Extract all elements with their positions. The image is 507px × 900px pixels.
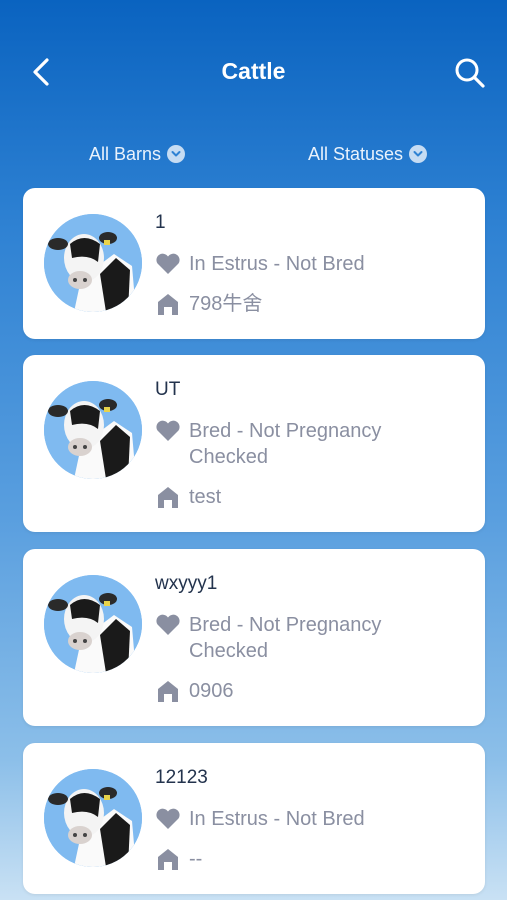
barn-filter-dropdown[interactable]: All Barns: [89, 141, 186, 167]
heart-icon: [155, 612, 181, 638]
search-icon: [455, 58, 485, 88]
barn-row: test: [155, 484, 221, 510]
cow-photo-icon: [44, 214, 142, 312]
barn-name: test: [189, 486, 222, 508]
barn-icon: [155, 484, 181, 510]
cow-name: wxyyy1: [155, 573, 218, 594]
cow-avatar: [44, 381, 142, 479]
breeding-status: In Estrus - Not Bred: [189, 808, 365, 830]
cattle-card[interactable]: wxyyy1 Bred - Not Pregnancy Checked 0906: [23, 549, 485, 726]
page-title: Cattle: [221, 58, 286, 84]
cow-photo-icon: [44, 381, 142, 479]
breeding-status: In Estrus - Not Bred: [189, 253, 365, 275]
barn-name: 0906: [189, 680, 234, 702]
barn-name: --: [189, 848, 203, 870]
barn-name: 798牛舍: [189, 293, 263, 315]
cow-photo-icon: [44, 769, 142, 867]
heart-icon: [155, 418, 181, 444]
cattle-card[interactable]: UT Bred - Not Pregnancy Checked test: [23, 355, 485, 532]
cow-avatar: [44, 214, 142, 312]
barn-icon: [155, 678, 181, 704]
barn-row: 0906: [155, 678, 234, 704]
status-row: In Estrus - Not Bred: [155, 806, 449, 832]
barn-row: 798牛舍: [155, 291, 262, 317]
app-header: Cattle: [0, 0, 507, 145]
cattle-card[interactable]: 1 In Estrus - Not Bred 798牛舍: [23, 188, 485, 339]
cow-name: 12123: [155, 767, 208, 788]
barn-icon: [155, 846, 181, 872]
status-row: Bred - Not Pregnancy Checked: [155, 418, 449, 470]
cow-avatar: [44, 769, 142, 867]
status-row: In Estrus - Not Bred: [155, 251, 449, 277]
chevron-down-icon: [409, 145, 428, 163]
cow-avatar: [44, 575, 142, 673]
search-button[interactable]: [452, 55, 488, 91]
barn-icon: [155, 291, 181, 317]
breeding-status: Bred - Not Pregnancy Checked: [189, 420, 382, 468]
chevron-down-icon: [167, 145, 186, 163]
status-filter-label: All Statuses: [308, 143, 404, 164]
cattle-card[interactable]: 12123 In Estrus - Not Bred --: [23, 743, 485, 894]
heart-icon: [155, 251, 181, 277]
heart-icon: [155, 806, 181, 832]
cow-name: 1: [155, 212, 166, 233]
cow-photo-icon: [44, 575, 142, 673]
barn-filter-label: All Barns: [89, 143, 162, 164]
breeding-status: Bred - Not Pregnancy Checked: [189, 614, 382, 662]
status-filter-dropdown[interactable]: All Statuses: [308, 141, 428, 167]
barn-row: --: [155, 846, 202, 872]
cow-name: UT: [155, 379, 181, 400]
status-row: Bred - Not Pregnancy Checked: [155, 612, 449, 664]
